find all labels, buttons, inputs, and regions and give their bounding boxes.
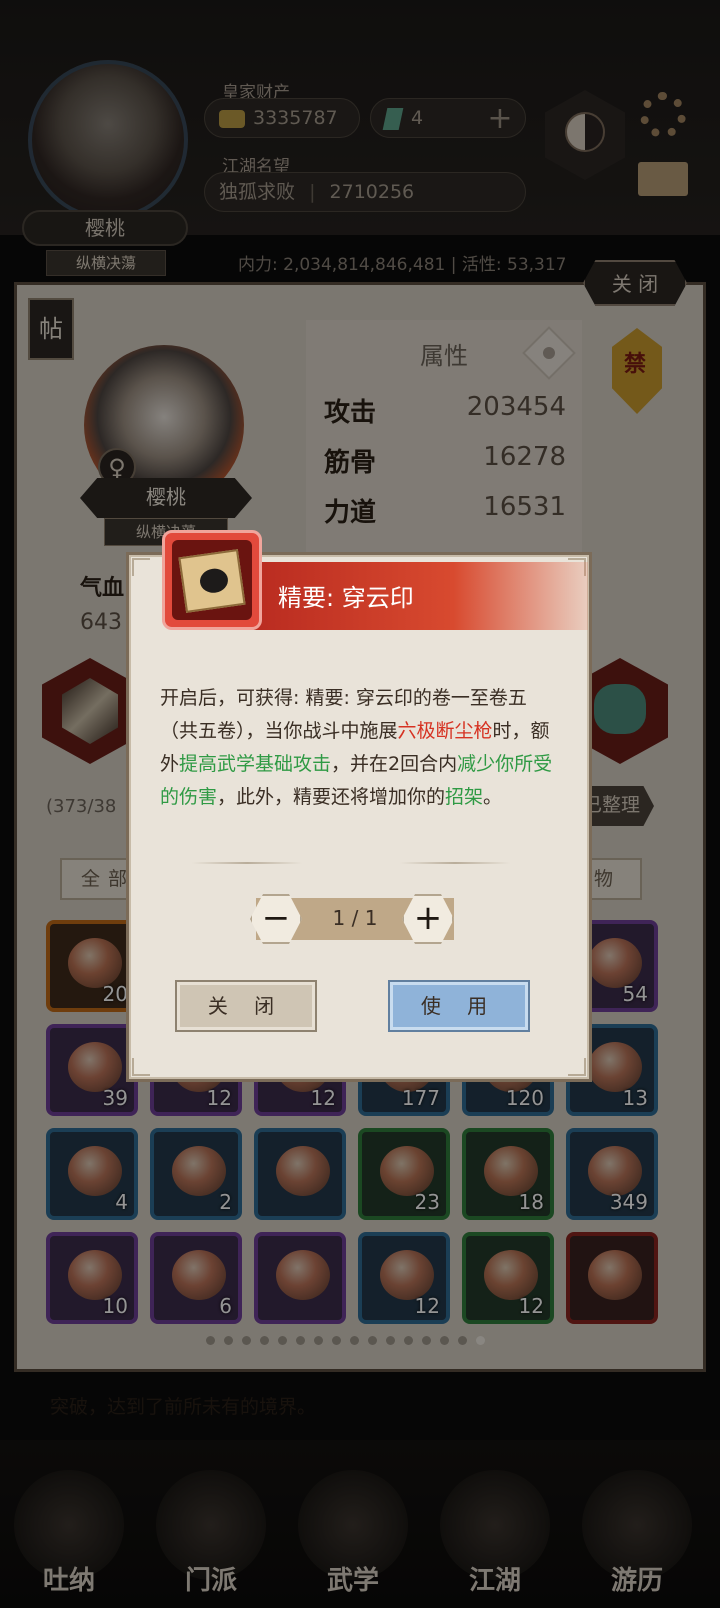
- divider-left: [192, 862, 302, 864]
- desc-buff: 提高武学基础攻击: [179, 753, 332, 775]
- martial-manual-icon: [178, 549, 246, 613]
- item-description: 开启后，可获得: 精要: 穿云印的卷一至卷五（共五卷），当你战斗中施展六极断尘枪…: [160, 682, 558, 814]
- desc-text: 。: [483, 786, 503, 808]
- desc-skill-name: 六极断尘枪: [397, 720, 493, 742]
- dialog-title: 精要: 穿云印: [278, 584, 414, 612]
- corner-ornament: [568, 1058, 586, 1076]
- desc-buff: 招架: [445, 786, 484, 808]
- use-button[interactable]: 使 用: [388, 980, 530, 1032]
- dialog-close-button[interactable]: 关 闭: [175, 980, 317, 1032]
- desc-text: ，此外，精要还将增加你的: [217, 786, 446, 808]
- desc-text: ，并在2回合内: [331, 753, 458, 775]
- divider-right: [400, 862, 510, 864]
- corner-ornament: [132, 1058, 150, 1076]
- corner-ornament: [132, 558, 150, 576]
